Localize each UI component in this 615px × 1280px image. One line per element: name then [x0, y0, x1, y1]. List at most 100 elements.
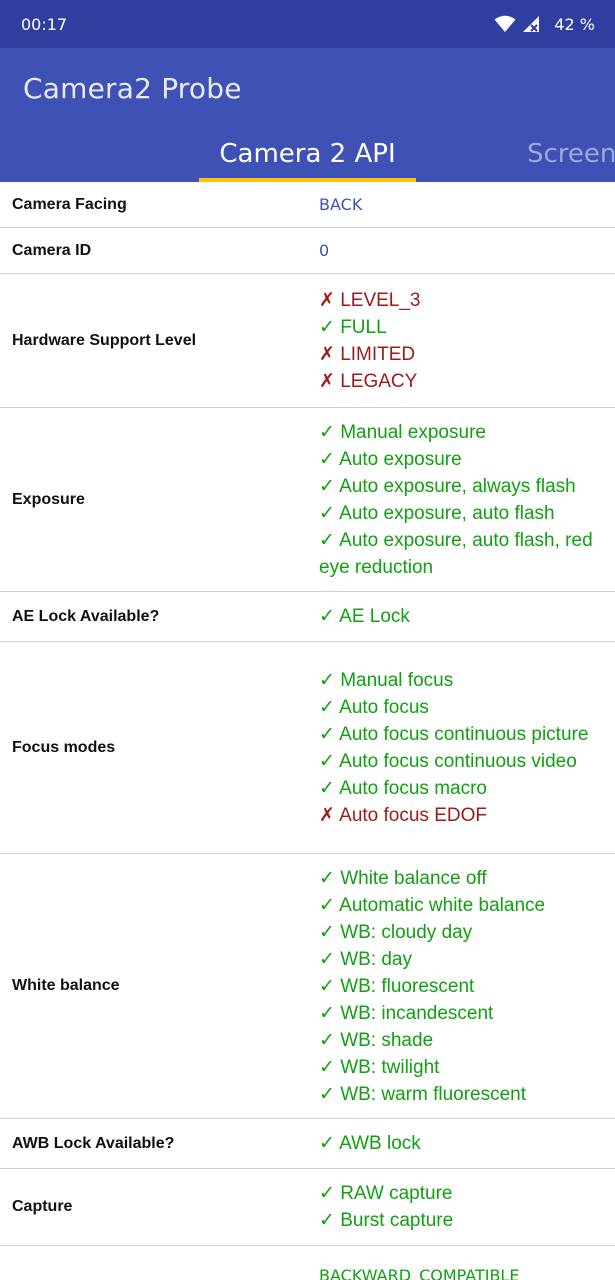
app-title: Camera2 Probe [23, 72, 242, 105]
cross-icon: ✗ [319, 288, 335, 311]
supported-item: ✓ WB: fluorescent [319, 973, 605, 1000]
item-text: Auto exposure, auto flash [334, 502, 555, 524]
row-values: ✓ AWB lock [319, 1130, 615, 1157]
supported-item: ✓ Auto focus [319, 694, 605, 721]
item-text: Manual exposure [334, 421, 486, 443]
cell-signal-icon [522, 15, 540, 33]
cross-icon: ✗ [319, 369, 335, 392]
row-label: Capture [12, 1198, 73, 1215]
app-bar: Camera2 Probe [0, 48, 615, 128]
item-text: Auto focus continuous picture [334, 723, 589, 745]
check-icon: ✓ [319, 315, 335, 338]
unsupported-item: ✗ LEGACY [319, 368, 605, 395]
item-text: LEGACY [334, 370, 418, 392]
supported-item: ✓ Auto exposure [319, 446, 605, 473]
supported-item: ✓ FULL [319, 314, 605, 341]
supported-item: ✓ AE Lock [319, 603, 605, 630]
check-icon: ✓ [319, 1001, 335, 1024]
supported-item: ✓ Auto exposure, auto flash [319, 500, 605, 527]
check-icon: ✓ [319, 1082, 335, 1105]
table-row-camera-id: Camera ID 0 [0, 228, 615, 274]
item-text: RAW capture [334, 1183, 453, 1204]
check-icon: ✓ [319, 1182, 335, 1204]
check-icon: ✓ [319, 1028, 335, 1051]
status-bar: 00:17 42 % [0, 0, 615, 48]
item-text: Automatic white balance [334, 894, 546, 916]
item-text: Auto focus EDOF [334, 804, 487, 826]
row-value: 0 [319, 240, 330, 260]
supported-item: ✓ White balance off [319, 865, 605, 892]
supported-item: ✓ Manual focus [319, 667, 605, 694]
supported-item: ✓ Burst capture [319, 1207, 605, 1234]
item-text: LIMITED [334, 343, 416, 365]
item-text: WB: incandescent [334, 1002, 494, 1024]
supported-item: ✓ WB: day [319, 946, 605, 973]
row-label: Camera Facing [12, 195, 127, 213]
row-values: ✓ RAW capture ✓ Burst capture [319, 1180, 615, 1234]
supported-item: ✓ AWB lock [319, 1130, 605, 1157]
supported-item: ✓ Automatic white balance [319, 892, 605, 919]
item-text: Auto focus [334, 696, 429, 718]
item-text: WB: shade [334, 1029, 434, 1051]
check-icon: ✓ [319, 974, 335, 997]
check-icon: ✓ [319, 474, 335, 497]
supported-item: ✓ RAW capture [319, 1180, 605, 1207]
supported-item: ✓ Manual exposure [319, 419, 605, 446]
row-values: ✓ White balance off ✓ Automatic white bal… [319, 865, 615, 1108]
item-text: FULL [334, 316, 387, 338]
check-icon: ✓ [319, 776, 335, 799]
cross-icon: ✗ [319, 342, 335, 365]
item-text: LEVEL_3 [334, 289, 421, 311]
supported-item: ✓ WB: incandescent [319, 1000, 605, 1027]
check-icon: ✓ [319, 447, 335, 470]
row-label: White balance [12, 977, 120, 994]
check-icon: ✓ [319, 947, 335, 970]
table-row-awb-lock: AWB Lock Available? ✓ AWB lock [0, 1119, 615, 1169]
row-values: ✓ Manual focus ✓ Auto focus ✓ Auto focus c… [319, 667, 615, 829]
table-row-camera-facing: Camera Facing BACK [0, 182, 615, 228]
row-label: AE Lock Available? [12, 607, 160, 625]
unsupported-item: ✗ LIMITED [319, 341, 605, 368]
item-text: Auto focus continuous video [334, 750, 577, 772]
item-text: Auto exposure [334, 448, 462, 470]
check-icon: ✓ [319, 1055, 335, 1078]
supported-item: ✓ Auto exposure, auto flash, red eye red… [319, 527, 605, 581]
properties-table: Camera Facing BACK Camera ID 0 Hardware … [0, 182, 615, 1280]
tab-screen[interactable]: Screen [527, 139, 615, 169]
item-text: Burst capture [334, 1210, 454, 1231]
item-text: WB: warm fluorescent [334, 1083, 527, 1105]
supported-item: ✓ WB: twilight [319, 1054, 605, 1081]
item-text: Auto exposure, auto flash, red eye reduc… [319, 529, 593, 578]
table-row-hardware-support-level: Hardware Support Level ✗ LEVEL_3 ✓ FULL ✗ … [0, 274, 615, 408]
check-icon: ✓ [319, 605, 335, 627]
status-icons: 42 % [494, 13, 595, 35]
item-text: Auto exposure, always flash [334, 475, 576, 497]
table-row-white-balance: White balance ✓ White balance off ✓ Autom… [0, 854, 615, 1119]
wifi-icon [494, 15, 516, 33]
check-icon: ✓ [319, 1209, 335, 1231]
table-row-capture: Capture ✓ RAW capture ✓ Burst capture [0, 1169, 615, 1246]
unsupported-item: ✗ LEVEL_3 [319, 287, 605, 314]
supported-item: ✓ Auto focus macro [319, 775, 605, 802]
unsupported-item: ✗ Auto focus EDOF [319, 802, 605, 829]
check-icon: ✓ [319, 920, 335, 943]
item-text: Auto focus macro [334, 777, 487, 799]
row-label: Camera ID [12, 241, 92, 259]
supported-item: ✓ Auto exposure, always flash [319, 473, 605, 500]
item-text: WB: fluorescent [334, 975, 475, 997]
check-icon: ✓ [319, 528, 335, 551]
row-label: Exposure [12, 490, 85, 508]
table-row-capabilities: BACKWARD_COMPATIBLE [0, 1246, 615, 1280]
table-row-exposure: Exposure ✓ Manual exposure ✓ Auto exposur… [0, 408, 615, 592]
row-label: AWB Lock Available? [12, 1134, 175, 1152]
item-text: AWB lock [334, 1133, 421, 1154]
supported-item: ✓ WB: cloudy day [319, 919, 605, 946]
check-icon: ✓ [319, 420, 335, 443]
table-row-focus-modes: Focus modes ✓ Manual focus ✓ Auto focus ✓ … [0, 642, 615, 854]
row-values: ✗ LEVEL_3 ✓ FULL ✗ LIMITED ✗ LEGACY [319, 287, 615, 395]
item-text: WB: twilight [334, 1056, 440, 1078]
tab-camera2-api[interactable]: Camera 2 API [199, 139, 416, 169]
row-values: ✓ AE Lock [319, 603, 615, 630]
check-icon: ✓ [319, 695, 335, 718]
status-time: 00:17 [21, 15, 68, 34]
